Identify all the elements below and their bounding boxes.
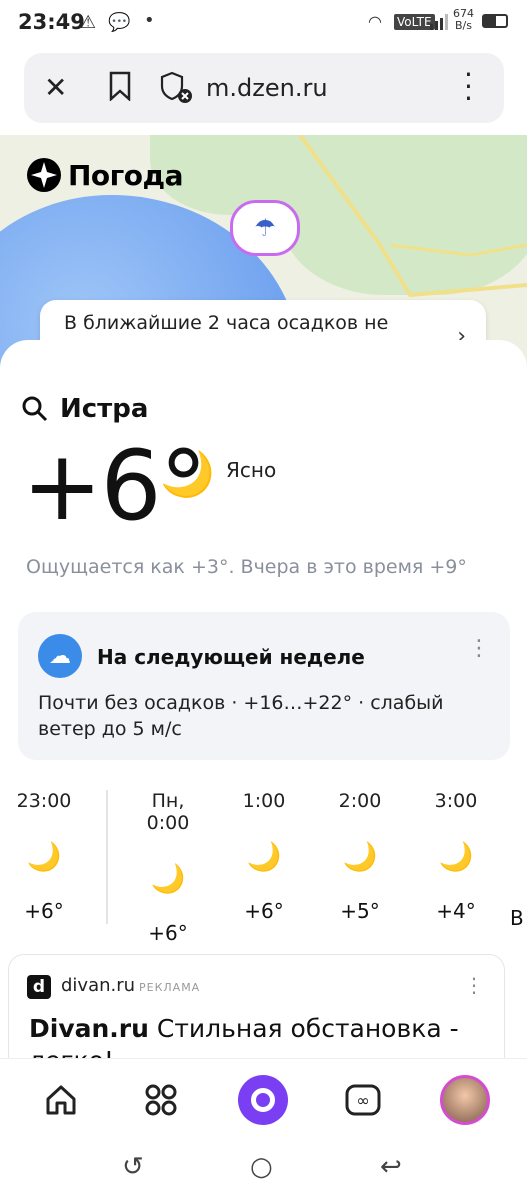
signal-icon — [430, 14, 448, 30]
bottom-nav: ∞ — [0, 1058, 527, 1140]
pogoda-logo-icon — [27, 158, 61, 192]
chat-icon: 💬 — [108, 12, 131, 33]
hour-item: 3:00 🌙 +4° — [416, 790, 496, 923]
hour-item: 2:00 🌙 +5° — [320, 790, 400, 923]
svg-text:∞: ∞ — [356, 1091, 369, 1110]
hour-overflow: В — [510, 906, 524, 930]
moon-icon: 🌙 — [246, 840, 282, 873]
menu-more-icon[interactable]: · · · — [464, 61, 473, 113]
city-name: Истра — [60, 394, 149, 424]
battery-icon — [482, 14, 508, 28]
day-divider — [106, 790, 108, 924]
ad-domain: divan.ru — [61, 975, 136, 996]
back-icon[interactable]: ↩ — [380, 1152, 402, 1182]
moon-icon: 🌙 — [26, 840, 62, 873]
hourly-forecast[interactable]: 23:00 🌙 +6° Пн, 0:00 🌙 +6° 1:00 🌙 +6° 2:00 🌙 +5°… — [0, 790, 527, 945]
divan-logo-icon: d — [27, 975, 51, 999]
home-circle-icon[interactable]: ○ — [250, 1152, 273, 1182]
shield-blocked-icon[interactable] — [160, 71, 194, 109]
system-nav-bar: ↺ ○ ↩ — [0, 1140, 527, 1200]
status-bar: 23:49 ⚠ 💬 • ◠ VoLTE 674 B/s — [0, 0, 527, 46]
hour-item: 23:00 🌙 +6° — [4, 790, 84, 923]
moon-icon: 🌙 — [342, 840, 378, 873]
status-time: 23:49 — [18, 10, 85, 34]
profile-avatar[interactable] — [440, 1075, 490, 1125]
tabs-icon[interactable]: ∞ — [338, 1075, 388, 1125]
pogoda-logo[interactable]: Погода — [26, 158, 184, 192]
services-grid-icon[interactable] — [136, 1075, 186, 1125]
moon-icon: 🌙 — [438, 840, 474, 873]
bookmark-icon[interactable] — [108, 71, 132, 105]
pogoda-title: Погода — [68, 158, 184, 192]
next-week-card[interactable]: ☁ На следующей неделе ⋮ Почти без осадко… — [18, 612, 510, 760]
close-tab-icon[interactable]: ✕ — [44, 71, 67, 104]
address-bar: ✕ m.dzen.ru · · · — [24, 53, 504, 123]
ad-tag: РЕКЛАМА — [139, 981, 201, 994]
feels-like-text: Ощущается как +3°. Вчера в это время +9° — [26, 556, 467, 578]
moon-icon: 🌙 — [160, 449, 215, 500]
condition-text: Ясно — [226, 458, 277, 482]
next-week-desc: Почти без осадков · +16…+22° · слабый ве… — [38, 692, 444, 740]
url-text[interactable]: m.dzen.ru — [206, 74, 328, 102]
more-options-icon[interactable]: ⋮ — [464, 973, 484, 997]
next-week-title: На следующей неделе — [97, 645, 365, 669]
city-search[interactable]: Истра — [22, 394, 148, 424]
warning-icon: ⚠ — [80, 12, 97, 33]
moon-icon: 🌙 — [150, 862, 186, 895]
more-options-icon[interactable]: ⋮ — [468, 636, 490, 661]
search-icon — [22, 396, 48, 422]
hour-item: Пн, 0:00 🌙 +6° — [128, 790, 208, 945]
home-icon[interactable] — [36, 1075, 86, 1125]
hour-item: 1:00 🌙 +6° — [224, 790, 304, 923]
recent-apps-icon[interactable]: ↺ — [122, 1152, 144, 1182]
wifi-icon: ◠ — [368, 12, 382, 31]
net-speed: 674 B/s — [453, 7, 474, 32]
volte-badge: VoLTE — [394, 14, 435, 30]
cloud-rain-icon: ☁ — [38, 634, 82, 678]
alice-assistant-button[interactable] — [238, 1075, 288, 1125]
status-dot: • — [144, 10, 155, 31]
umbrella-pin-icon[interactable]: ☂ — [230, 200, 300, 256]
